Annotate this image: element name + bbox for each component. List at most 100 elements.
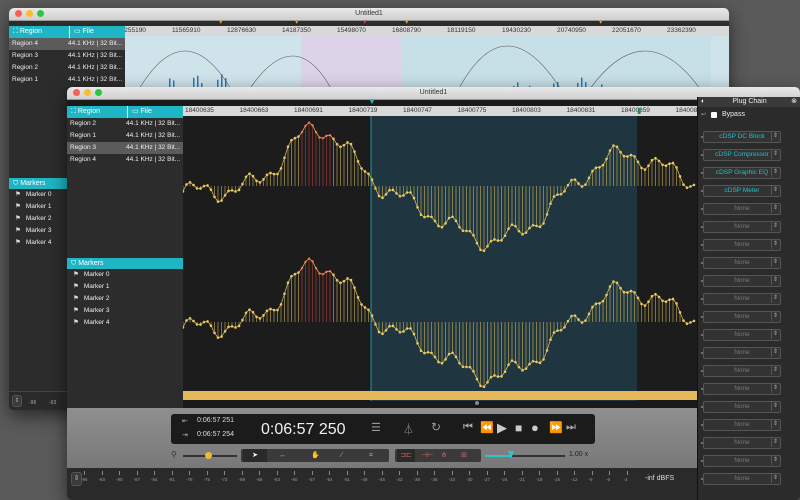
file-column-header[interactable]: ▭ File (69, 26, 94, 38)
chevron-updown-icon[interactable]: ⇕ (771, 222, 779, 231)
chevron-updown-icon[interactable]: ⇕ (771, 402, 779, 411)
plugin-slot-empty[interactable]: None ⇕ (703, 329, 781, 341)
record-icon[interactable]: ● (531, 420, 539, 435)
chevron-updown-icon[interactable]: ⇕ (771, 168, 779, 177)
minimize-button[interactable] (84, 89, 91, 96)
chevron-updown-icon[interactable]: ⇕ (771, 204, 779, 213)
plugin-slot-empty[interactable]: None ⇕ (703, 437, 781, 449)
marker-flag-icon[interactable]: ▾ (295, 18, 299, 26)
plugin-slot-empty[interactable]: None ⇕ (703, 347, 781, 359)
skip-end-icon[interactable]: ⏭ (566, 421, 576, 434)
close-icon[interactable]: ⊗ (791, 97, 797, 107)
plugin-slot-empty[interactable]: None ⇕ (703, 383, 781, 395)
file-column-header[interactable]: ▭ File (127, 106, 152, 118)
pencil-tool-icon[interactable]: ∕ (341, 449, 342, 462)
chevron-updown-icon[interactable]: ⇕ (771, 420, 779, 429)
marker-flag-icon[interactable]: ▾ (405, 18, 409, 26)
region-column-header[interactable]: ⛶ Region (9, 26, 69, 38)
plugin-slot-empty[interactable]: None ⇕ (703, 365, 781, 377)
meter-stepper[interactable]: ⇕ (12, 395, 22, 407)
timeline-ruler[interactable]: 18400635 18400663 18400691 18400719 18400747… (183, 106, 697, 116)
minimize-button[interactable] (26, 10, 33, 17)
region-row[interactable]: Region 3 44.1 KHz | 32 Bit... (9, 50, 125, 62)
chevron-updown-icon[interactable]: ⇕ (771, 186, 779, 195)
skip-start-icon[interactable]: ⏮ (463, 421, 473, 434)
speed-slider[interactable] (485, 451, 565, 459)
range-tool-icon[interactable]: ↔ (279, 449, 286, 462)
chevron-updown-icon[interactable]: ⇕ (771, 312, 779, 321)
rewind-icon[interactable]: ⏪ (480, 421, 494, 434)
region-column-header[interactable]: ⛶ Region (67, 106, 127, 118)
link-icon[interactable]: ⊣⊢ (421, 449, 433, 462)
bypass-checkbox[interactable] (711, 112, 717, 118)
marker-flag-icon[interactable]: ▾ (599, 18, 603, 26)
chevron-updown-icon[interactable]: ⇕ (771, 456, 779, 465)
region-row[interactable]: Region 4 44.1 KHz | 32 Bit... (9, 38, 125, 50)
region-row[interactable]: Region 2 44.1 KHz | 32 Bit... (9, 62, 125, 74)
loop-icon[interactable]: ↻ (431, 420, 441, 434)
chevron-updown-icon[interactable]: ⇕ (771, 240, 779, 249)
metronome-icon[interactable]: ⏃ (403, 421, 414, 437)
scroll-indicator[interactable] (475, 401, 479, 405)
region-row[interactable]: Region 3 44.1 KHz | 32 Bit... (67, 142, 183, 154)
zoom-slider-thumb[interactable] (205, 452, 212, 459)
marker-row[interactable]: ⚑ Marker 4 (67, 317, 183, 329)
hand-tool-icon[interactable]: ✋ (311, 449, 320, 462)
region-row[interactable]: Region 2 44.1 KHz | 32 Bit... (67, 118, 183, 130)
marker-flag-icon[interactable]: ▾ (219, 18, 223, 26)
chevron-updown-icon[interactable]: ⇕ (771, 438, 779, 447)
selection-region[interactable] (371, 116, 637, 401)
power-icon[interactable]: ◐ (701, 97, 705, 107)
chevron-updown-icon[interactable]: ⇕ (771, 474, 779, 483)
join-icon[interactable]: ⊞ (461, 449, 467, 462)
close-button[interactable] (15, 10, 22, 17)
chevron-updown-icon[interactable]: ⇕ (771, 384, 779, 393)
plugin-slot-empty[interactable]: None ⇕ (703, 419, 781, 431)
marker-row[interactable]: ⚑ Marker 2 (67, 293, 183, 305)
fast-forward-icon[interactable]: ⏩ (549, 421, 563, 434)
overview-scroll-bar[interactable] (183, 391, 697, 400)
marker-flag-icon[interactable]: ▾ (363, 18, 367, 26)
plugin-slot[interactable]: cDSP DC Block ⇕ (703, 131, 781, 143)
snap-icon[interactable]: ⊐⊏ (397, 449, 415, 462)
region-row[interactable]: Region 4 44.1 KHz | 32 Bit... (67, 154, 183, 166)
crop-tool-icon[interactable]: ⌗ (369, 449, 373, 462)
chevron-updown-icon[interactable]: ⇕ (771, 258, 779, 267)
selection-end-time[interactable]: 0:06:57 254 (197, 431, 234, 438)
chevron-updown-icon[interactable]: ⇕ (771, 366, 779, 375)
chevron-updown-icon[interactable]: ⇕ (771, 132, 779, 141)
zoom-button[interactable] (95, 89, 102, 96)
playhead-handle-icon[interactable]: ▼ (368, 97, 376, 106)
selection-start-time[interactable]: 0:06:57 251 (197, 417, 234, 424)
waveform-area[interactable] (183, 116, 697, 401)
plugin-slot[interactable]: cDSP Meter ⇕ (703, 185, 781, 197)
play-icon[interactable]: ▶ (497, 420, 507, 436)
region-row[interactable]: Region 1 44.1 KHz | 32 Bit... (9, 74, 125, 86)
plugin-slot-empty[interactable]: None ⇕ (703, 203, 781, 215)
stop-icon[interactable]: ■ (515, 421, 522, 435)
plugin-slot-empty[interactable]: None ⇕ (703, 257, 781, 269)
plugin-slot-empty[interactable]: None ⇕ (703, 221, 781, 233)
split-icon[interactable]: ⋔ (441, 449, 447, 462)
plugin-slot[interactable]: cDSP Compressor ⇕ (703, 149, 781, 161)
plugin-slot-empty[interactable]: None ⇕ (703, 239, 781, 251)
zoom-slider[interactable] (183, 452, 237, 459)
plugin-slot-empty[interactable]: None ⇕ (703, 473, 781, 485)
marker-row[interactable]: ⚑ Marker 3 (67, 305, 183, 317)
close-button[interactable] (73, 89, 80, 96)
chevron-updown-icon[interactable]: ⇕ (771, 348, 779, 357)
plugin-slot-empty[interactable]: None ⇕ (703, 455, 781, 467)
plugin-slot-empty[interactable]: None ⇕ (703, 311, 781, 323)
chevron-updown-icon[interactable]: ⇕ (771, 294, 779, 303)
plugin-slot-empty[interactable]: None ⇕ (703, 275, 781, 287)
plugin-slot[interactable]: cDSP Graphic EQ ⇕ (703, 167, 781, 179)
pointer-tool-icon[interactable]: ➤ (243, 449, 267, 462)
chevron-updown-icon[interactable]: ⇕ (771, 330, 779, 339)
marker-row[interactable]: ⚑ Marker 1 (67, 281, 183, 293)
chevron-updown-icon[interactable]: ⇕ (771, 276, 779, 285)
marker-flag-icon[interactable]: ▮ (637, 106, 641, 115)
chevron-updown-icon[interactable]: ⇕ (771, 150, 779, 159)
zoom-button[interactable] (37, 10, 44, 17)
list-icon[interactable]: ☰ (371, 421, 381, 434)
marker-row[interactable]: ⚑ Marker 0 (67, 269, 183, 281)
